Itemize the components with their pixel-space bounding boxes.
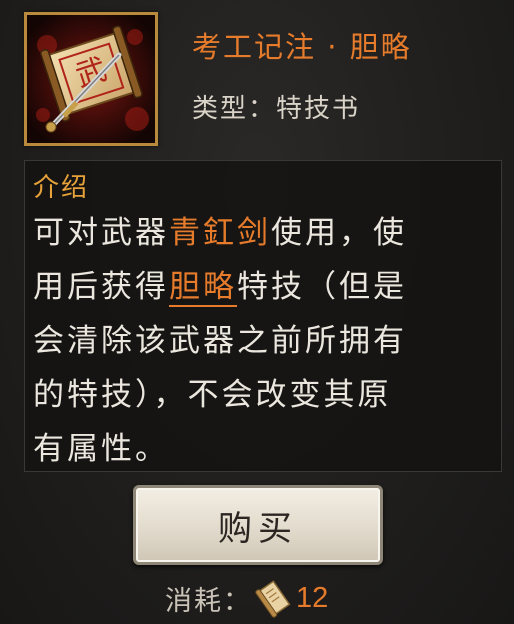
scroll-with-sword-icon: 武 — [27, 15, 155, 143]
item-type-value: 特技书 — [276, 94, 361, 124]
skill-name-highlight: 胆略 — [169, 269, 237, 307]
description-line: 有属性。 — [33, 431, 169, 467]
buy-button[interactable]: 购买 — [133, 485, 383, 565]
description-text: 特技（但是 — [237, 269, 407, 305]
description-text: 用后获得 — [33, 269, 169, 305]
description-box: 介绍 可对武器青釭剑使用，使 用后获得胆略特技（但是 会清除该武器之前所拥有 的… — [24, 160, 502, 472]
item-icon: 武 — [24, 12, 158, 146]
item-type: 类型：特技书 — [192, 88, 360, 125]
cost-row: 消耗： 12 — [165, 576, 328, 620]
description-heading: 介绍 — [33, 173, 90, 203]
description-text: 可对武器 — [33, 215, 169, 251]
item-type-label: 类型： — [192, 94, 277, 124]
weapon-name-highlight: 青釭剑 — [169, 215, 271, 251]
description-text: 使用，使 — [271, 215, 407, 251]
description-line: 的特技），不会改变其原 — [33, 377, 392, 413]
scroll-token-icon — [254, 578, 294, 618]
cost-value: 12 — [296, 581, 329, 614]
item-title: 考工记注 · 胆略 — [192, 30, 412, 64]
description-line: 可对武器青釭剑使用，使 — [33, 206, 491, 260]
description-line: 用后获得胆略特技（但是 — [33, 260, 491, 314]
buy-button-label: 购买 — [218, 508, 298, 549]
item-detail-panel: 武 考工记注 · 胆略 类型：特技书 介绍 可对武器青釭剑使用，使 用后获得胆略… — [0, 0, 514, 624]
cost-label: 消耗： — [165, 585, 252, 617]
description-line: 会清除该武器之前所拥有 — [33, 323, 407, 359]
